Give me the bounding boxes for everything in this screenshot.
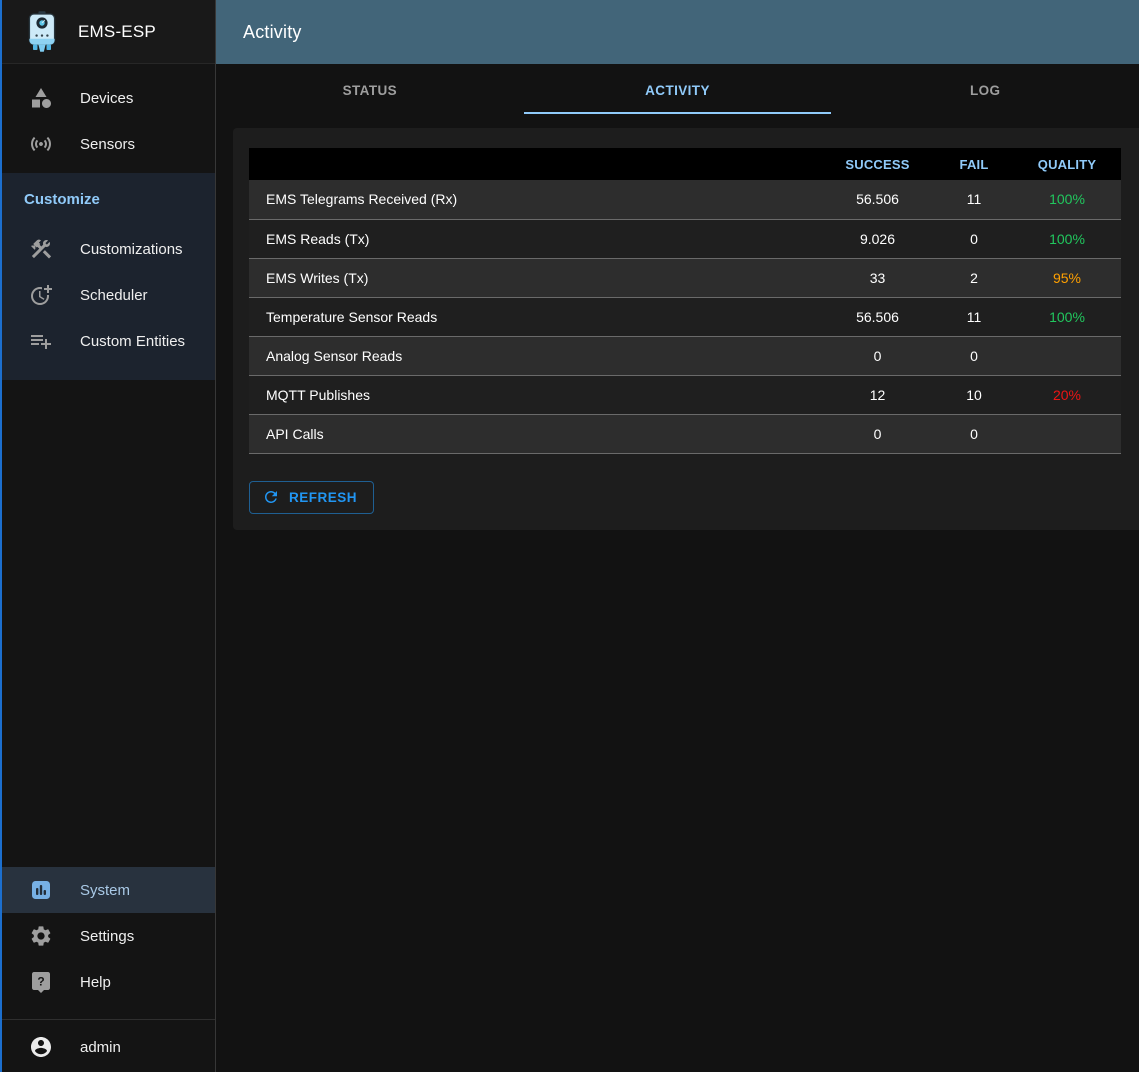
activity-card: SUCCESSFAILQUALITY EMS Telegrams Receive… [233, 128, 1139, 530]
metric-name-cell: MQTT Publishes [249, 375, 820, 414]
fail-cell: 11 [935, 297, 1013, 336]
sidebar-divider [2, 1019, 215, 1020]
sidebar-item-scheduler[interactable]: Scheduler [2, 272, 215, 318]
success-cell: 56.506 [820, 180, 935, 219]
quality-cell: 20% [1013, 375, 1121, 414]
main-content: Activity STATUSACTIVITYLOG SUCCESSFAILQU… [216, 0, 1139, 1072]
success-cell: 56.506 [820, 297, 935, 336]
sidebar-item-label: Customizations [80, 241, 183, 258]
sidebar-item-label: admin [80, 1039, 121, 1056]
sidebar-customize-section: Customize Customizations Scheduler Custom … [2, 173, 215, 380]
fail-cell: 10 [935, 375, 1013, 414]
tab-log[interactable]: LOG [831, 64, 1139, 117]
sidebar-item-label: System [80, 882, 130, 899]
activity-table: SUCCESSFAILQUALITY EMS Telegrams Receive… [249, 148, 1121, 454]
sidebar-item-help[interactable]: ? Help [2, 959, 215, 1005]
sidebar-item-customizations[interactable]: Customizations [2, 226, 215, 272]
account-circle-icon [29, 1035, 53, 1059]
refresh-icon [262, 488, 280, 506]
tab-status[interactable]: STATUS [216, 64, 524, 117]
app-logo-bar: EMS-ESP [2, 0, 215, 64]
quality-cell [1013, 336, 1121, 375]
quality-cell: 100% [1013, 180, 1121, 219]
fail-cell: 11 [935, 180, 1013, 219]
sidebar-item-system[interactable]: System [2, 867, 215, 913]
metric-name-cell: API Calls [249, 414, 820, 453]
sidebar-item-label: Sensors [80, 136, 135, 153]
page-title: Activity [243, 22, 302, 43]
sidebar-item-label: Help [80, 974, 111, 991]
refresh-button-label: REFRESH [289, 490, 357, 505]
sidebar-item-custom-entities[interactable]: Custom Entities [2, 318, 215, 364]
table-row-temperature-sensor-reads: Temperature Sensor Reads56.50611100% [249, 297, 1121, 336]
sidebar-item-label: Devices [80, 90, 133, 107]
playlist-add-icon [29, 329, 53, 353]
tab-bar: STATUSACTIVITYLOG [216, 64, 1139, 117]
metric-name-cell: EMS Telegrams Received (Rx) [249, 180, 820, 219]
customize-section-header: Customize [2, 183, 215, 226]
analytics-icon [29, 878, 53, 902]
sensors-icon [29, 132, 53, 156]
quality-cell: 100% [1013, 297, 1121, 336]
category-icon [29, 86, 53, 110]
metric-name-cell: Temperature Sensor Reads [249, 297, 820, 336]
table-row-ems-reads-tx: EMS Reads (Tx)9.0260100% [249, 219, 1121, 258]
sidebar-item-admin[interactable]: admin [2, 1024, 215, 1070]
success-cell: 0 [820, 336, 935, 375]
column-header-fail: FAIL [935, 148, 1013, 180]
gear-icon [29, 924, 53, 948]
sidebar-bottom-menu: System Settings? Help [2, 867, 215, 1005]
table-row-mqtt-publishes: MQTT Publishes121020% [249, 375, 1121, 414]
construction-icon [29, 237, 53, 261]
refresh-button[interactable]: REFRESH [249, 481, 374, 514]
table-row-ems-writes-tx: EMS Writes (Tx)33295% [249, 258, 1121, 297]
column-header-success: SUCCESS [820, 148, 935, 180]
quality-cell: 100% [1013, 219, 1121, 258]
metric-name-cell: EMS Writes (Tx) [249, 258, 820, 297]
sidebar-main-menu: Devices Sensors [2, 64, 215, 167]
success-cell: 0 [820, 414, 935, 453]
app-root: EMS-ESP Devices Sensors Customize Customi… [0, 0, 1139, 1072]
metric-name-cell: EMS Reads (Tx) [249, 219, 820, 258]
fail-cell: 0 [935, 414, 1013, 453]
sidebar: EMS-ESP Devices Sensors Customize Customi… [2, 0, 216, 1072]
sidebar-item-settings[interactable]: Settings [2, 913, 215, 959]
tab-activity[interactable]: ACTIVITY [524, 64, 832, 117]
boiler-logo-icon [24, 11, 60, 53]
fail-cell: 0 [935, 336, 1013, 375]
sidebar-spacer [2, 380, 215, 867]
success-cell: 12 [820, 375, 935, 414]
sidebar-item-label: Custom Entities [80, 333, 185, 350]
app-header-bar: Activity [216, 0, 1139, 64]
fail-cell: 2 [935, 258, 1013, 297]
quality-cell [1013, 414, 1121, 453]
fail-cell: 0 [935, 219, 1013, 258]
sidebar-customize-menu: Customizations Scheduler Custom Entities [2, 226, 215, 364]
sidebar-item-label: Settings [80, 928, 134, 945]
sidebar-item-sensors[interactable]: Sensors [2, 121, 215, 167]
help-bubble-icon: ? [29, 970, 53, 994]
table-header-row: SUCCESSFAILQUALITY [249, 148, 1121, 180]
more-time-icon [29, 283, 53, 307]
table-row-ems-telegrams-received-rx: EMS Telegrams Received (Rx)56.50611100% [249, 180, 1121, 219]
metric-name-cell: Analog Sensor Reads [249, 336, 820, 375]
success-cell: 9.026 [820, 219, 935, 258]
quality-cell: 95% [1013, 258, 1121, 297]
sidebar-item-devices[interactable]: Devices [2, 75, 215, 121]
app-title: EMS-ESP [78, 22, 156, 42]
table-row-analog-sensor-reads: Analog Sensor Reads00 [249, 336, 1121, 375]
success-cell: 33 [820, 258, 935, 297]
sidebar-user-menu: admin [2, 1024, 215, 1072]
column-header-quality: QUALITY [1013, 148, 1121, 180]
table-row-api-calls: API Calls00 [249, 414, 1121, 453]
sidebar-item-label: Scheduler [80, 287, 148, 304]
svg-text:?: ? [37, 975, 44, 989]
column-header-metric [249, 148, 820, 180]
